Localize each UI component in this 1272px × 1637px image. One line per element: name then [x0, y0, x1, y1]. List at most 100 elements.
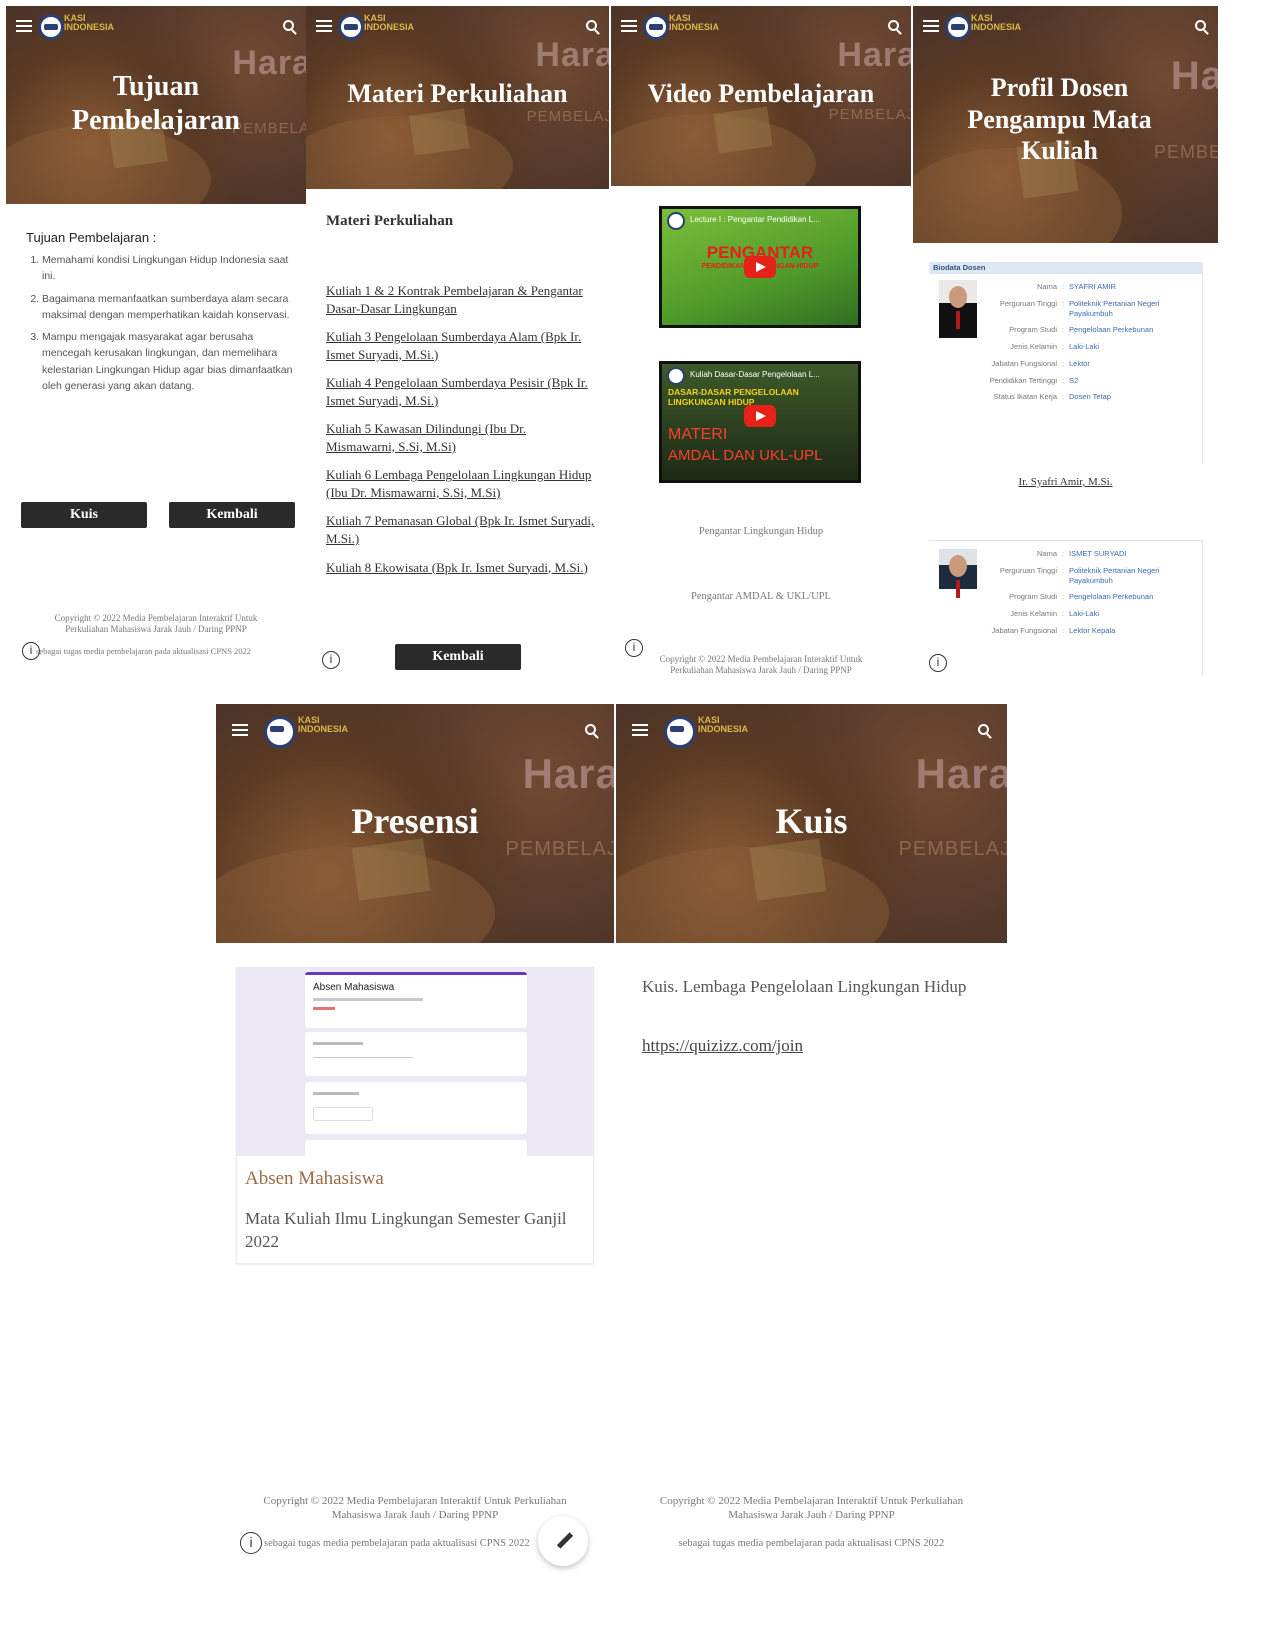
menu-icon[interactable]: [632, 724, 648, 736]
lecture-link[interactable]: Kuliah 5 Kawasan Dilindungi (Ibu Dr. Mis…: [326, 420, 598, 455]
field-label: Nama: [1036, 282, 1057, 291]
video-title: Lecture I : Pengantar Pendidikan L...: [690, 215, 820, 224]
hero-bg-word: Hara: [915, 750, 1007, 797]
field-value: Laki-Laki: [1069, 609, 1100, 618]
lecture-link[interactable]: Kuliah 8 Ekowisata (Bpk Ir. Ismet Suryad…: [326, 559, 598, 577]
field-value: Politeknik Pertanian Negeri Payakumbuh: [1069, 298, 1160, 318]
kuis-button[interactable]: Kuis: [21, 502, 147, 528]
hero-bg-word: Hara: [837, 36, 911, 74]
panel-materi: Hara PEMBELAJ KASI INDONESIA Materi Perk…: [306, 6, 609, 676]
field-value: Dosen Tetap: [1069, 392, 1111, 402]
page-title: Materi Perkuliahan: [347, 79, 568, 108]
biodata-fields: Nama: SYAFRI AMIR Perguruan Tinggi: Politek…: [987, 282, 1201, 409]
form-card[interactable]: Absen Mahasiswa Absen Mahasiswa Mata Kul…: [236, 967, 594, 1264]
search-icon[interactable]: [586, 20, 597, 31]
biodata-row: Nama: SYAFRI AMIR: [987, 282, 1201, 292]
biodata-row: Status Ikatan Kerja: Dosen Tetap: [987, 392, 1201, 402]
hero-banner: Hara PEMBELAJ KASI INDONESIA Presensi: [216, 704, 614, 943]
search-icon[interactable]: [1195, 20, 1206, 31]
search-icon[interactable]: [585, 724, 596, 735]
lecture-link[interactable]: Kuliah 4 Pengelolaan Sumberdaya Pesisir …: [326, 374, 598, 409]
panel-kuis: Hara PEMBELAJ KASI INDONESIA Kuis Kuis. …: [616, 704, 1007, 1637]
youtube-logo-icon: [667, 367, 685, 385]
biodata-row: Nama: ISMET SURYADI: [987, 549, 1201, 559]
copyright-text: Copyright © 2022 Media Pembelajaran Inte…: [659, 654, 863, 676]
page-title: Tujuan Pembelajaran: [72, 71, 240, 137]
field-label: Program Studi: [1009, 592, 1057, 602]
field-label: Status Ikatan Kerja: [993, 392, 1057, 402]
video-headline: MATERI: [668, 426, 728, 443]
play-icon[interactable]: [744, 256, 776, 278]
lecture-link[interactable]: Kuliah 3 Pengelolaan Sumberdaya Alam (Bp…: [326, 328, 598, 363]
biodata-header: Biodata Dosen: [929, 262, 1202, 274]
video-embed-1[interactable]: Lecture I : Pengantar Pendidikan L... PE…: [659, 206, 861, 328]
field-value: Politeknik Pertanian Negeri Payakumbuh: [1069, 565, 1160, 585]
info-icon[interactable]: i: [240, 1532, 262, 1554]
form-preview: Absen Mahasiswa: [237, 968, 593, 1156]
video-embed-2[interactable]: Kuliah Dasar-Dasar Pengelolaan L... DASA…: [659, 361, 861, 483]
quiz-link[interactable]: https://quizizz.com/join: [642, 1036, 803, 1056]
field-label: Perguruan Tinggi: [999, 565, 1057, 575]
hero-banner: Hara PEMBELA KASI INDONESIA Tujuan Pembe…: [6, 6, 306, 204]
field-value: Lektor: [1069, 358, 1090, 368]
search-icon[interactable]: [888, 20, 899, 31]
logo-icon: [264, 716, 296, 748]
field-separator: :: [1061, 282, 1065, 291]
page-title: Video Pembelajaran: [647, 79, 875, 108]
goal-item: Memahami kondisi Lingkungan Hidup Indone…: [42, 252, 296, 285]
menu-icon[interactable]: [232, 724, 248, 736]
play-icon[interactable]: [744, 405, 776, 428]
info-icon[interactable]: i: [322, 651, 340, 669]
info-icon[interactable]: i: [929, 654, 947, 672]
field-value: S2: [1069, 375, 1079, 385]
field-value: SYAFRI AMIR: [1069, 282, 1116, 291]
field-label: Jabatan Fungsional: [991, 358, 1057, 368]
field-separator: :: [1061, 609, 1065, 618]
card-title: Absen Mahasiswa: [245, 1168, 384, 1189]
brand-logo-text: KASI INDONESIA: [698, 715, 749, 735]
learning-goals-list: Memahami kondisi Lingkungan Hidup Indone…: [26, 252, 296, 400]
lecture-link[interactable]: Kuliah 7 Pemanasan Global (Bpk Ir. Ismet…: [326, 512, 598, 547]
field-separator: :: [1061, 549, 1065, 558]
copyright-text: Copyright © 2022 Media Pembelajaran Inte…: [54, 613, 258, 635]
page-title: Kuis: [775, 801, 848, 841]
kembali-button[interactable]: Kembali: [169, 502, 295, 528]
field-value: Lektor Kepala: [1069, 625, 1116, 635]
field-label: Jabatan Fungsional: [991, 625, 1057, 635]
field-label: Jenis Kelamin: [1010, 609, 1057, 618]
search-icon[interactable]: [283, 20, 294, 31]
search-icon[interactable]: [978, 724, 989, 735]
brand-logo-text: KASI INDONESIA: [64, 13, 115, 33]
section-heading: Materi Perkuliahan: [326, 213, 454, 229]
form-preview-title: Absen Mahasiswa: [313, 982, 395, 993]
lecturer-name-link[interactable]: Ir. Syafri Amir, M.Si.: [913, 476, 1218, 488]
goal-item: Bagaimana memanfaatkan sumberdaya alam s…: [42, 291, 296, 324]
lecturer-photo: [939, 280, 977, 338]
lecture-link[interactable]: Kuliah 6 Lembaga Pengelolaan Lingkungan …: [326, 466, 598, 501]
kembali-button[interactable]: Kembali: [395, 644, 521, 670]
hero-bg-word: Hara: [535, 36, 609, 74]
field-separator: :: [1061, 358, 1065, 368]
footer-note: sebagai tugas media pembelajaran pada ak…: [36, 646, 252, 656]
lecture-link[interactable]: Kuliah 1 & 2 Kontrak Pembelajaran & Peng…: [326, 282, 598, 317]
field-value: Pengelolaan Perkebunan: [1069, 592, 1154, 602]
quiz-text: Kuis. Lembaga Pengelolaan Lingkungan Hid…: [642, 977, 967, 996]
brand-logo-text: KASI INDONESIA: [669, 13, 720, 33]
biodata-row: Perguruan Tinggi: Politeknik Pertanian Ne…: [987, 299, 1201, 319]
brand-logo-text: KASI INDONESIA: [298, 715, 349, 735]
section-heading: Tujuan Pembelajaran :: [26, 230, 157, 245]
menu-icon[interactable]: [923, 20, 939, 32]
footer-note: sebagai tugas media pembelajaran pada ak…: [678, 1538, 945, 1549]
panel-video: Hara PEMBELAJ KASI INDONESIA Video Pembe…: [611, 6, 911, 676]
biodata-row: Jenis Kelamin: Laki-Laki: [987, 609, 1201, 619]
menu-icon[interactable]: [621, 20, 637, 32]
menu-icon[interactable]: [16, 20, 32, 32]
logo-icon: [945, 14, 971, 40]
menu-icon[interactable]: [316, 20, 332, 32]
hero-banner: Ha PEMBE KASI INDONESIA Profil Dosen Pen…: [913, 6, 1218, 243]
biodata-row: Perguruan Tinggi: Politeknik Pertanian Ne…: [987, 566, 1201, 586]
biodata-card-1: Biodata Dosen Nama: SYAFRI AMIR Perguruan …: [929, 262, 1203, 464]
edit-fab[interactable]: [538, 1516, 588, 1566]
brand-logo-text: KASI INDONESIA: [971, 13, 1022, 33]
field-separator: :: [1061, 592, 1065, 602]
